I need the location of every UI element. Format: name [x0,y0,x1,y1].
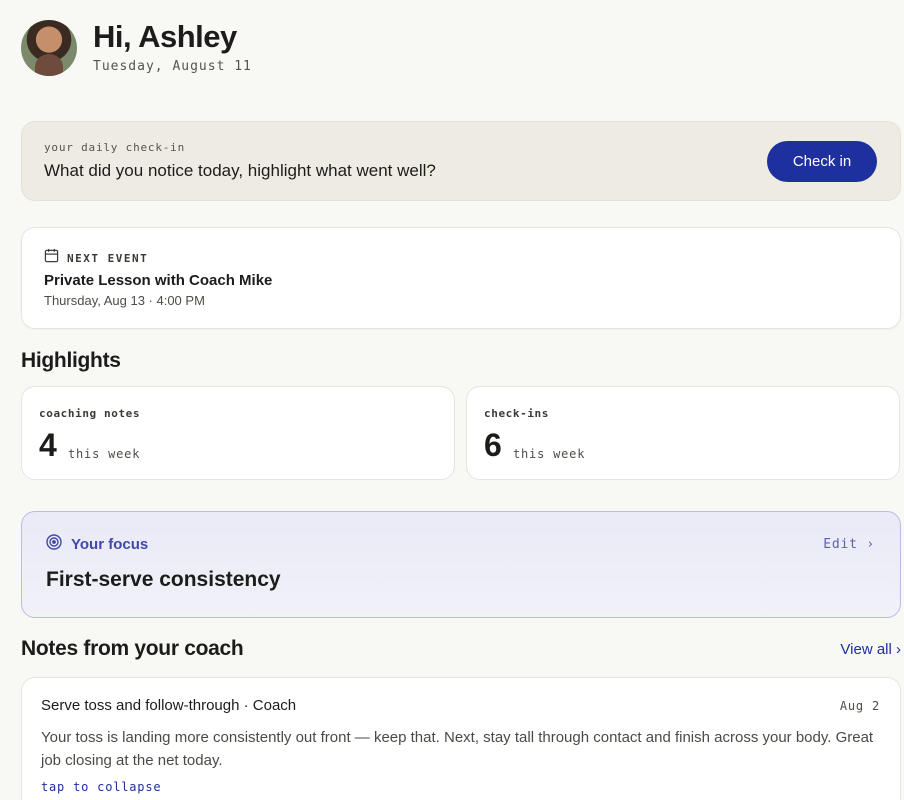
collapse-note-toggle[interactable]: tap to collapse [41,780,161,794]
checkin-eyebrow: your daily check-in [44,141,186,154]
note-body: Your toss is landing more consistently o… [41,729,874,769]
daily-checkin-card: your daily check-in What did you notice … [21,121,901,201]
header: Hi, Ashley Tuesday, August 11 [21,20,252,76]
focus-goal: First-serve consistency [46,568,281,591]
next-event-time: Thursday, Aug 13 · 4:00 PM [44,293,205,308]
stat-label: coaching notes [39,407,141,420]
calendar-icon [44,248,59,268]
stat-card-check-ins[interactable]: check-ins 6 this week [466,386,900,480]
focus-label-row: Your focus [46,534,148,555]
note-date: Aug 2 [839,699,880,713]
stat-value: 4 [39,427,57,463]
page-title: Hi, Ashley [93,19,237,54]
notes-heading: Notes from your coach [21,637,244,660]
next-event-label: NEXT EVENT [67,251,149,265]
checkin-question: What did you notice today, highlight wha… [44,161,436,180]
next-event-card[interactable]: NEXT EVENT Private Lesson with Coach Mik… [21,227,901,329]
view-all-notes-link[interactable]: View all › [840,641,901,658]
avatar[interactable] [21,20,77,76]
focus-card: Your focus Edit › First-serve consistenc… [21,511,901,618]
highlights-heading: Highlights [21,349,121,372]
stat-unit: this week [68,447,141,461]
focus-label: Your focus [71,536,149,553]
edit-focus-link[interactable]: Edit › [823,537,875,552]
stat-unit: this week [513,447,586,461]
stat-value: 6 [484,427,502,463]
current-date: Tuesday, August 11 [93,59,252,74]
coach-note-card[interactable]: Serve toss and follow-through · Coach Au… [21,677,901,800]
check-in-button[interactable]: Check in [767,141,877,182]
stat-card-coaching-notes[interactable]: coaching notes 4 this week [21,386,455,480]
stat-label: check-ins [484,407,550,420]
greeting-block: Hi, Ashley Tuesday, August 11 [93,19,252,75]
note-title: Serve toss and follow-through · Coach [41,697,297,714]
next-event-title: Private Lesson with Coach Mike [44,272,273,289]
target-icon [46,534,62,555]
next-event-label-row: NEXT EVENT [44,248,148,268]
